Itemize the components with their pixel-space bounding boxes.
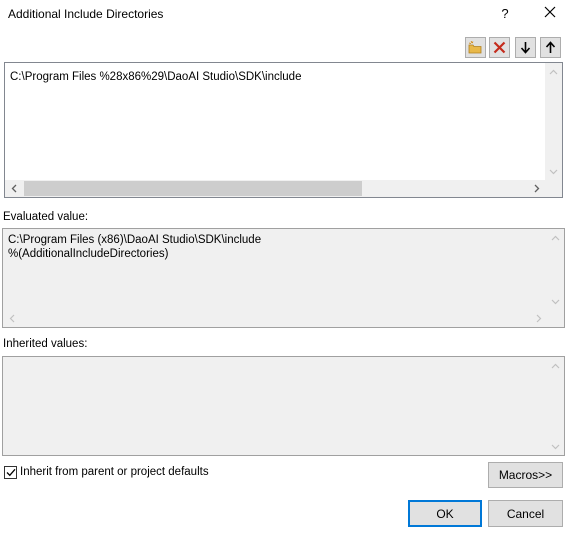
dialog-title: Additional Include Directories [8, 7, 164, 21]
evaluated-line-1: C:\Program Files (x86)\DaoAI Studio\SDK\… [8, 234, 262, 246]
move-up-icon [545, 41, 556, 53]
move-up-button[interactable] [540, 37, 561, 58]
macros-button[interactable]: Macros>> [488, 462, 563, 488]
chevron-left-icon [9, 314, 14, 323]
delete-icon [493, 41, 506, 54]
chevron-down-icon [551, 299, 560, 304]
new-line-button[interactable] [465, 37, 486, 58]
scroll-corner [545, 180, 562, 197]
evaluated-value-box[interactable]: C:\Program Files (x86)\DaoAI Studio\SDK\… [2, 228, 565, 328]
inherited-label: Inherited values: [3, 338, 88, 350]
move-down-button[interactable] [515, 37, 536, 58]
chevron-down-icon [551, 444, 560, 449]
chevron-down-icon [549, 169, 558, 174]
inherit-checkbox[interactable] [4, 466, 17, 479]
scroll-corner [547, 310, 564, 327]
evaluated-label: Evaluated value: [3, 211, 89, 223]
scroll-left-arrow[interactable] [5, 180, 22, 197]
scroll-up-arrow[interactable] [545, 63, 562, 80]
directories-editor[interactable]: C:\Program Files %28x86%29\DaoAI Studio\… [4, 62, 563, 198]
chevron-up-icon [551, 235, 560, 240]
checkmark-icon [6, 468, 15, 477]
horizontal-scrollbar[interactable] [5, 180, 545, 197]
close-icon [544, 6, 556, 18]
cancel-button[interactable]: Cancel [488, 500, 563, 527]
scroll-up-arrow[interactable] [547, 357, 564, 374]
scroll-down-arrow[interactable] [547, 438, 564, 455]
inherited-values-box[interactable] [2, 356, 565, 456]
evaluated-line-2: %(AdditionalIncludeDirectories) [8, 248, 169, 260]
vertical-scrollbar[interactable] [547, 229, 564, 310]
chevron-right-icon [536, 314, 541, 323]
horizontal-scrollbar[interactable] [3, 310, 547, 327]
inherit-checkbox-label[interactable]: Inherit from parent or project defaults [20, 466, 209, 478]
scroll-right-arrow[interactable] [530, 310, 547, 327]
scroll-right-arrow[interactable] [528, 180, 545, 197]
ok-button[interactable]: OK [408, 500, 482, 527]
horizontal-scroll-thumb[interactable] [24, 181, 362, 196]
close-button[interactable] [538, 3, 562, 25]
new-line-icon [468, 41, 482, 54]
chevron-up-icon [551, 363, 560, 368]
help-button[interactable]: ? [494, 4, 516, 24]
move-down-icon [520, 42, 531, 54]
scroll-down-arrow[interactable] [547, 293, 564, 310]
scroll-left-arrow[interactable] [3, 310, 20, 327]
chevron-up-icon [549, 69, 558, 74]
vertical-scrollbar[interactable] [547, 357, 564, 455]
scroll-up-arrow[interactable] [547, 229, 564, 246]
vertical-scrollbar[interactable] [545, 63, 562, 180]
directories-text[interactable]: C:\Program Files %28x86%29\DaoAI Studio\… [10, 70, 301, 84]
chevron-right-icon [534, 184, 539, 193]
chevron-left-icon [11, 184, 16, 193]
scroll-down-arrow[interactable] [545, 163, 562, 180]
delete-button[interactable] [489, 37, 510, 58]
